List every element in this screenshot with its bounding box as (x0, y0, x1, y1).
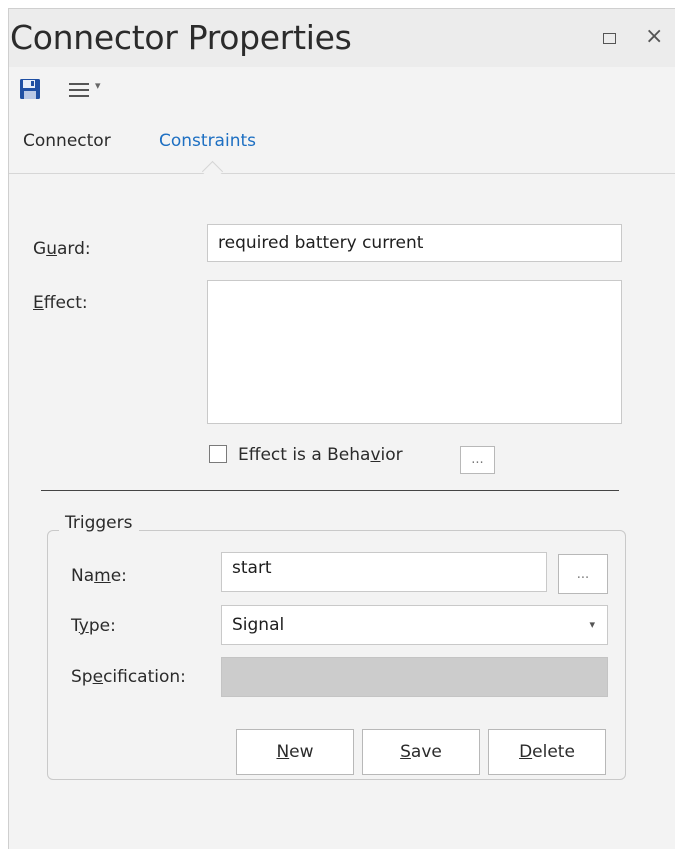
close-icon[interactable]: × (642, 24, 664, 49)
tab-strip: Connector Constraints (9, 109, 675, 183)
hamburger-menu-icon[interactable] (69, 83, 89, 97)
effect-is-behavior-checkbox[interactable] (209, 445, 227, 463)
effect-textarea[interactable] (207, 280, 622, 424)
trigger-specification-label: Specification: (71, 667, 186, 687)
active-tab-indicator (201, 160, 224, 183)
effect-label: Effect: (33, 293, 88, 313)
trigger-name-browse-button[interactable]: ... (558, 554, 608, 594)
effect-is-behavior-label[interactable]: Effect is a Behavior (238, 445, 403, 465)
chevron-down-icon: ▾ (589, 618, 595, 631)
behavior-browse-button[interactable]: ... (460, 446, 495, 474)
connector-properties-panel: Connector Properties × ▾ Connector Const… (8, 8, 675, 849)
tab-constraints[interactable]: Constraints (159, 131, 256, 151)
window-title: Connector Properties (10, 18, 352, 57)
title-bar: Connector Properties × (9, 9, 675, 67)
trigger-name-input[interactable]: start (221, 552, 547, 592)
triggers-legend: Triggers (59, 513, 139, 533)
new-trigger-button[interactable]: New (236, 729, 354, 775)
guard-input[interactable]: required battery current (207, 224, 622, 262)
toolbar: ▾ (9, 67, 675, 109)
trigger-type-value: Signal (232, 615, 285, 635)
tab-connector[interactable]: Connector (23, 131, 111, 151)
trigger-specification-field (221, 657, 608, 697)
section-divider (41, 490, 619, 491)
tab-divider (9, 173, 675, 174)
trigger-name-label: Name: (71, 566, 127, 586)
trigger-type-select[interactable]: Signal ▾ (221, 605, 608, 645)
save-icon[interactable] (19, 78, 41, 100)
chevron-down-icon[interactable]: ▾ (95, 79, 101, 92)
guard-label: Guard: (33, 239, 91, 259)
maximize-icon[interactable] (599, 27, 621, 49)
trigger-type-label: Type: (71, 616, 116, 636)
save-trigger-button[interactable]: Save (362, 729, 480, 775)
delete-trigger-button[interactable]: Delete (488, 729, 606, 775)
